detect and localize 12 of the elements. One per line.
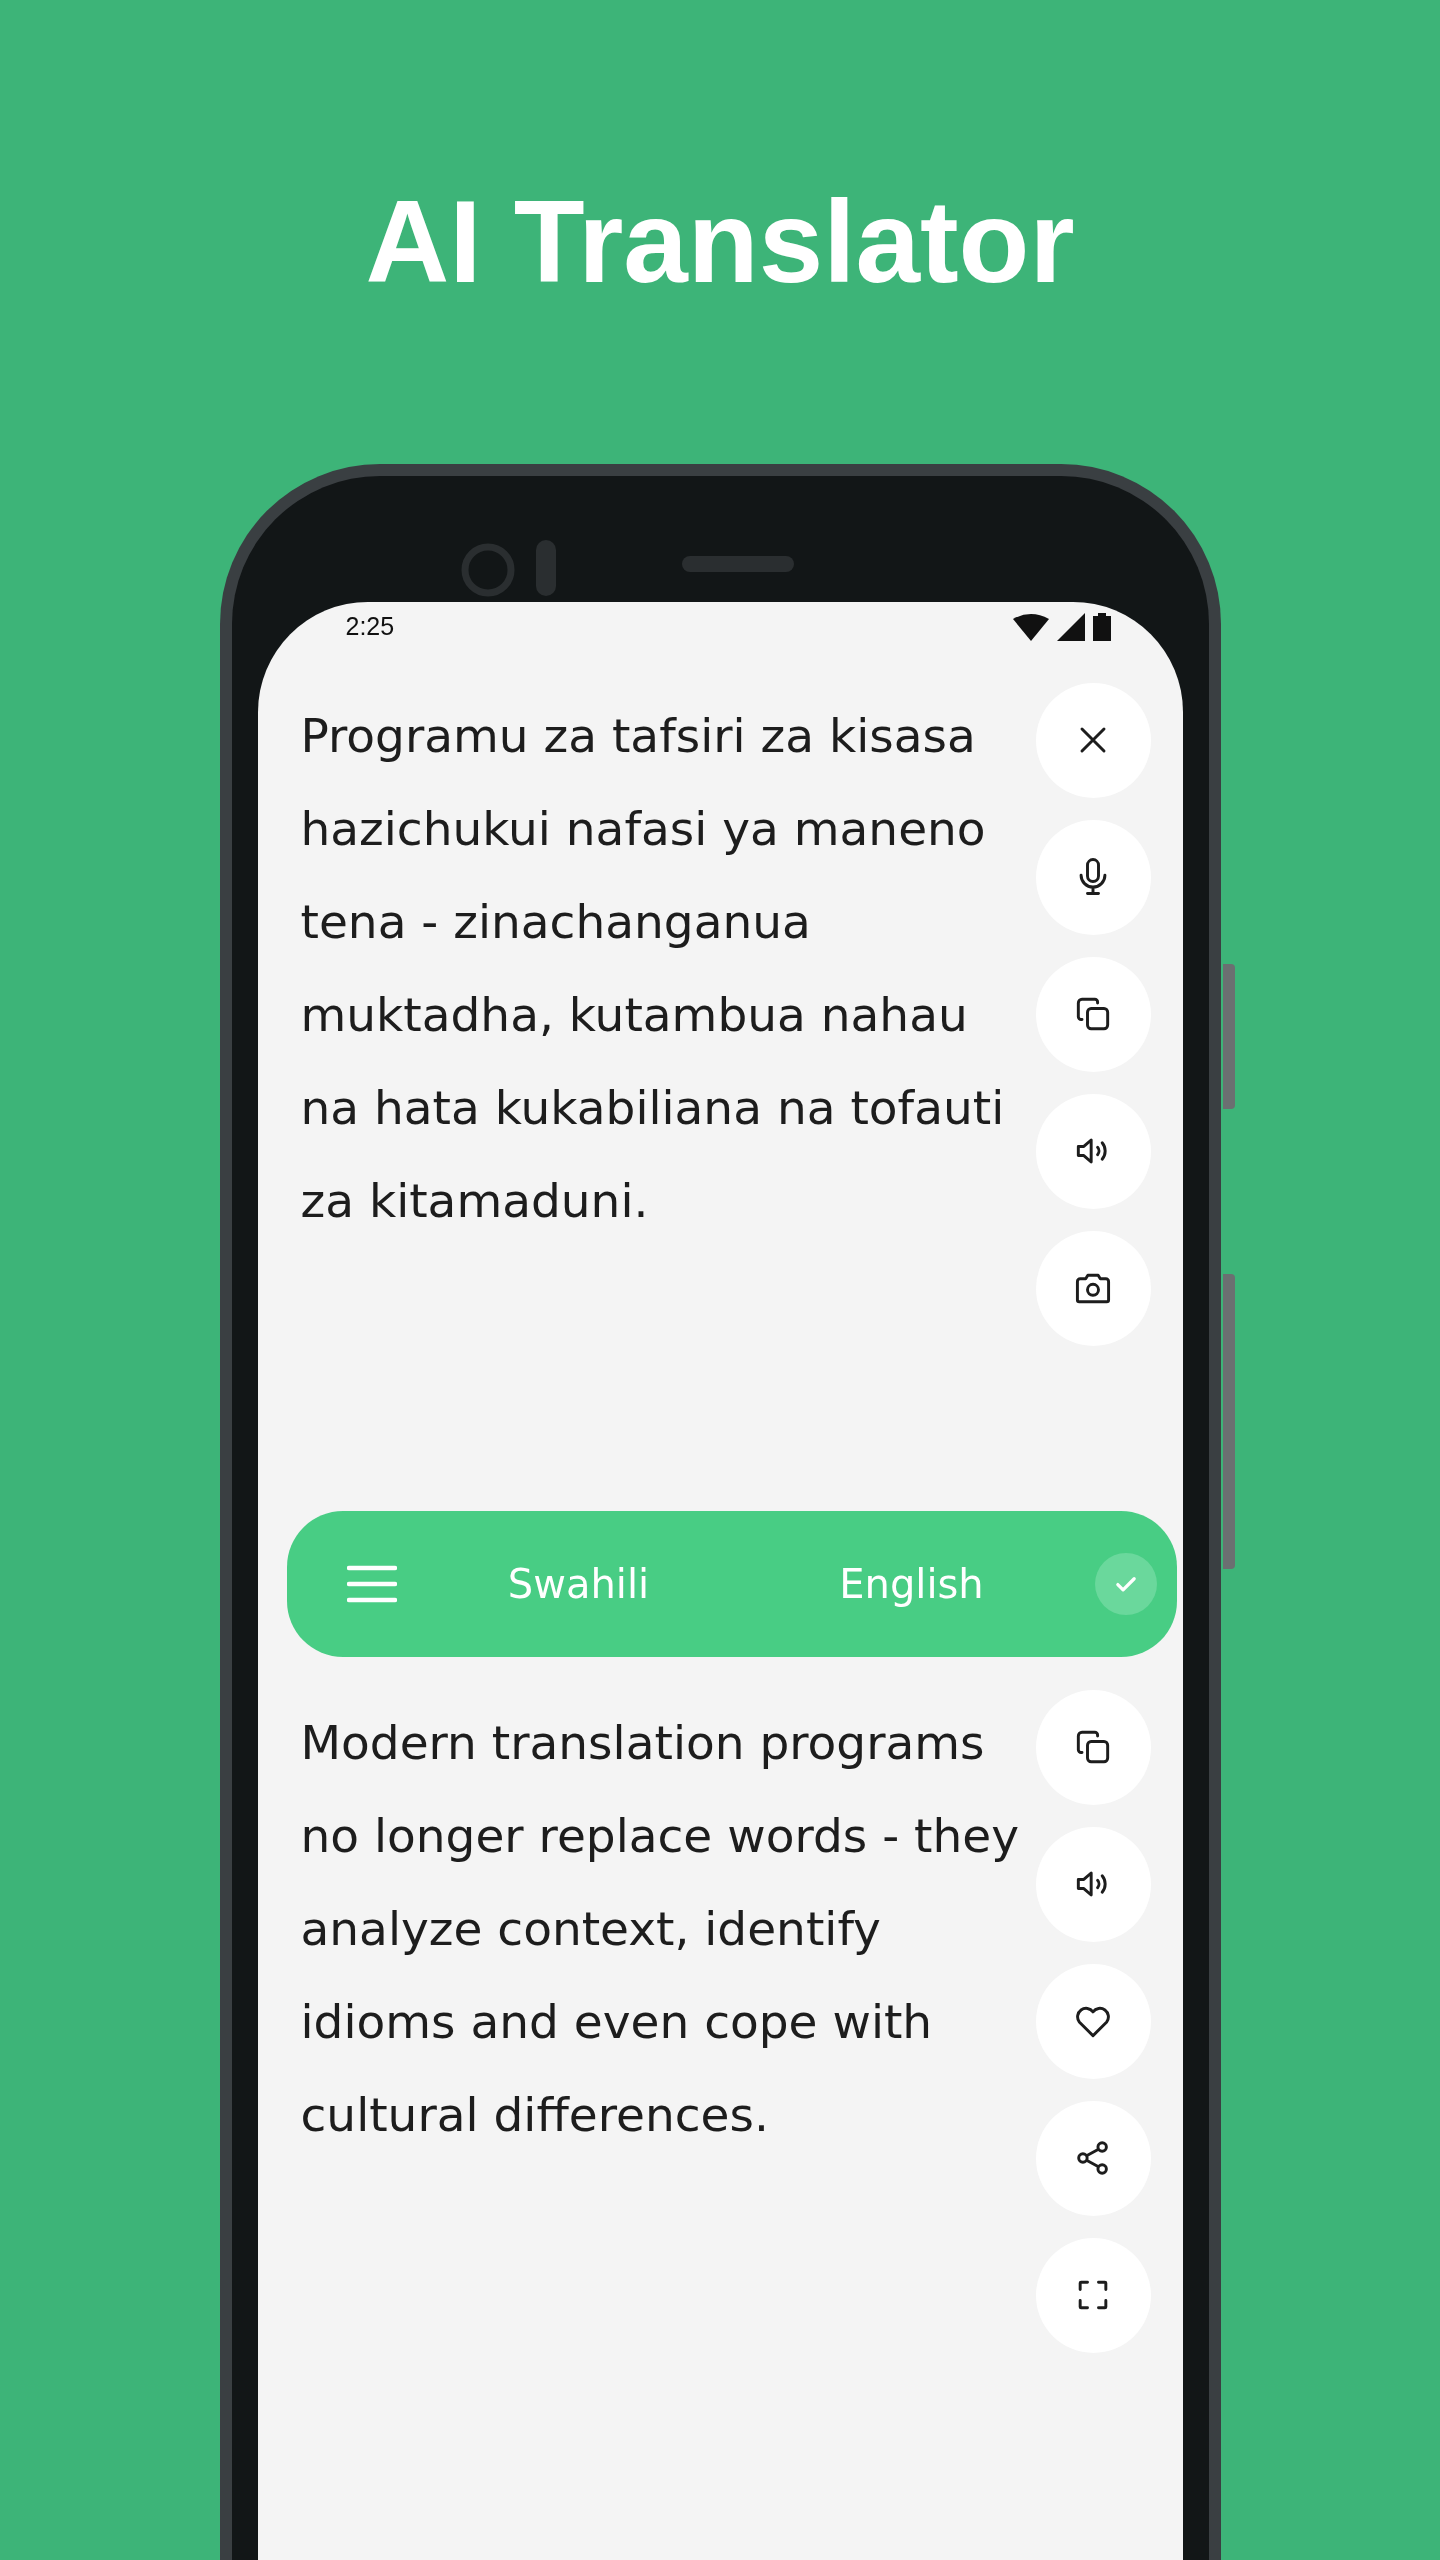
source-language-button[interactable]: Swahili: [507, 1560, 650, 1607]
translation-text: Modern translation programs no longer replace words - they analyze context, identify idioms and even cope with cultural differences.: [300, 1713, 1020, 2144]
menu-icon: [346, 1563, 397, 1604]
status-time: 2:25: [345, 612, 395, 642]
sensor-pill: [535, 539, 556, 596]
menu-button[interactable]: [346, 1563, 397, 1604]
target-language-button[interactable]: English: [839, 1560, 984, 1607]
source-text: Programu za tafsiri za kisasa hazichukui nafasi ya maneno tena - zinachanganua muktadha, kutambua nahau na hata kukabiliana na tofauti za kitamaduni.: [300, 706, 1006, 1230]
app-title: AI Translator: [365, 182, 1075, 304]
signal-icon: [1056, 612, 1085, 641]
battery-icon: [1092, 612, 1111, 641]
wifi-icon: [1012, 612, 1049, 641]
